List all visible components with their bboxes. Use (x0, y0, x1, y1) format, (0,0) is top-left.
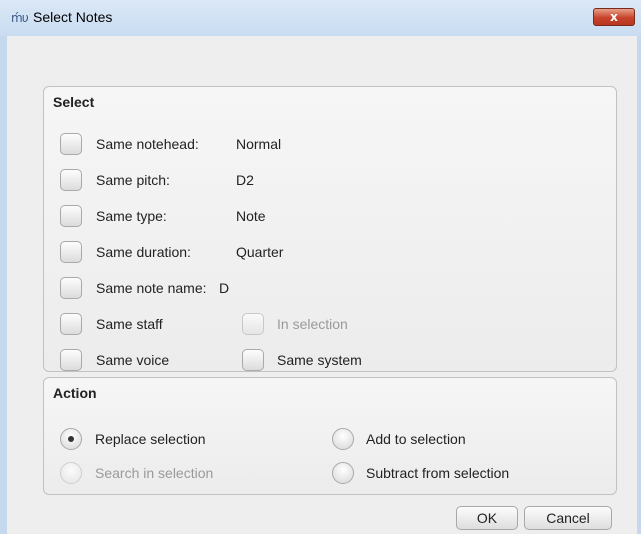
replace-selection-radio[interactable]: Replace selection (60, 428, 280, 450)
add-to-selection-label: Add to selection (366, 431, 466, 447)
same-voice-checkbox[interactable]: Same voice (60, 349, 220, 371)
note-name-value: D (219, 280, 230, 296)
checkbox-box[interactable] (60, 241, 82, 263)
same-duration-checkbox[interactable]: Same duration: Quarter (60, 241, 360, 263)
same-notehead-checkbox[interactable]: Same notehead: Normal (60, 133, 360, 155)
notehead-value: Normal (236, 136, 282, 152)
in-selection-checkbox[interactable]: In selection (242, 313, 402, 335)
search-in-selection-radio[interactable]: Search in selection (60, 462, 280, 484)
same-type-label: Same type: (96, 208, 167, 224)
radio-button[interactable] (60, 428, 82, 450)
same-note-name-label: Same note name: (96, 280, 207, 296)
select-notes-dialog: ḿυ Select Notes x Select Same notehead:… (0, 0, 641, 534)
checkbox-box[interactable] (60, 313, 82, 335)
search-in-selection-label: Search in selection (95, 465, 214, 481)
app-icon: ḿυ (11, 11, 29, 25)
action-group: Action Replace selection Add to selectio… (43, 377, 617, 495)
radio-button[interactable] (332, 462, 354, 484)
ok-button[interactable]: OK (456, 506, 518, 530)
add-to-selection-radio[interactable]: Add to selection (332, 428, 552, 450)
same-system-label: Same system (277, 352, 362, 368)
cancel-button[interactable]: Cancel (524, 506, 612, 530)
checkbox-box[interactable] (60, 133, 82, 155)
checkbox-box[interactable] (242, 313, 264, 335)
same-pitch-label: Same pitch: (96, 172, 170, 188)
type-value: Note (236, 208, 266, 224)
replace-selection-label: Replace selection (95, 431, 206, 447)
checkbox-box[interactable] (60, 205, 82, 227)
same-staff-label: Same staff (96, 316, 163, 332)
same-voice-label: Same voice (96, 352, 170, 368)
radio-button[interactable] (332, 428, 354, 450)
action-group-title: Action (53, 385, 97, 401)
same-pitch-checkbox[interactable]: Same pitch: D2 (60, 169, 360, 191)
same-duration-label: Same duration: (96, 244, 191, 260)
same-staff-checkbox[interactable]: Same staff (60, 313, 220, 335)
same-note-name-checkbox[interactable]: Same note name: D (60, 277, 360, 299)
in-selection-label: In selection (277, 316, 348, 332)
close-button[interactable]: x (593, 8, 635, 26)
duration-value: Quarter (236, 244, 284, 260)
radio-selected-dot (68, 436, 74, 442)
subtract-from-selection-label: Subtract from selection (366, 465, 510, 481)
checkbox-box[interactable] (60, 349, 82, 371)
subtract-from-selection-radio[interactable]: Subtract from selection (332, 462, 572, 484)
dialog-body: Select Same notehead: Normal Same pitch:… (7, 36, 637, 534)
checkbox-box[interactable] (60, 277, 82, 299)
select-group-title: Select (53, 94, 95, 110)
same-system-checkbox[interactable]: Same system (242, 349, 422, 371)
same-notehead-label: Same notehead: (96, 136, 199, 152)
checkbox-box[interactable] (60, 169, 82, 191)
checkbox-box[interactable] (242, 349, 264, 371)
radio-button[interactable] (60, 462, 82, 484)
same-type-checkbox[interactable]: Same type: Note (60, 205, 360, 227)
window-title: Select Notes (33, 9, 113, 25)
title-bar: ḿυ Select Notes x (0, 0, 641, 36)
pitch-value: D2 (236, 172, 254, 188)
select-group: Select Same notehead: Normal Same pitch:… (43, 86, 617, 372)
